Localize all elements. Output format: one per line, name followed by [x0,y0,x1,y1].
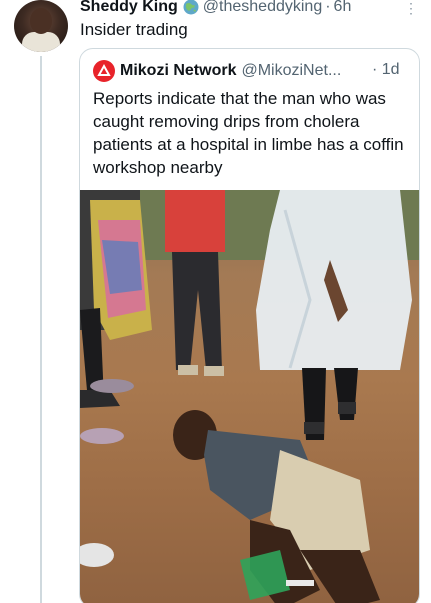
timestamp[interactable]: 6h [334,0,352,16]
quoted-tweet-text: Reports indicate that the man who was ca… [93,89,404,177]
author-handle[interactable]: @thesheddyking [203,0,322,16]
separator-dot: · [325,0,331,15]
author-name[interactable]: Sheddy King [80,0,178,16]
mikozi-logo-icon [93,60,115,82]
tweet-photo[interactable] [80,190,419,603]
quoted-tweet-card[interactable]: Mikozi Network @MikoziNet... · 1d Report… [79,48,420,603]
globe-badge-icon [183,0,199,15]
quoted-tweet-header: Mikozi Network @MikoziNet... [93,60,341,82]
tweet-header: Sheddy King @thesheddyking · 6h [80,0,351,18]
quoted-author-name[interactable]: Mikozi Network [120,62,236,80]
photo-scene [80,190,419,603]
thread-connector-line [40,56,42,603]
quoted-timestamp[interactable]: · 1d [372,61,400,79]
quoted-author-handle[interactable]: @MikoziNet... [241,62,341,80]
avatar[interactable] [14,0,68,52]
tweet-text: Insider trading [80,20,188,39]
more-icon[interactable]: ⋮ [404,0,418,17]
